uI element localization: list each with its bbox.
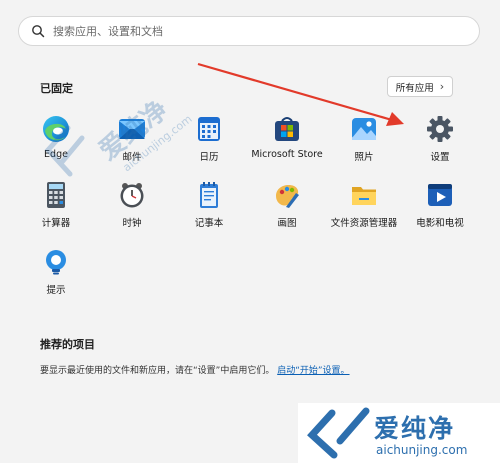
watermark-logo-cn: 爱纯净 [374,414,456,443]
annotation-arrow [197,62,404,126]
watermark-logo: 爱纯净 aichunjing.com [298,403,500,463]
watermark-logo-icon [307,407,370,459]
watermark-logo-url: aichunjing.com [376,443,468,457]
